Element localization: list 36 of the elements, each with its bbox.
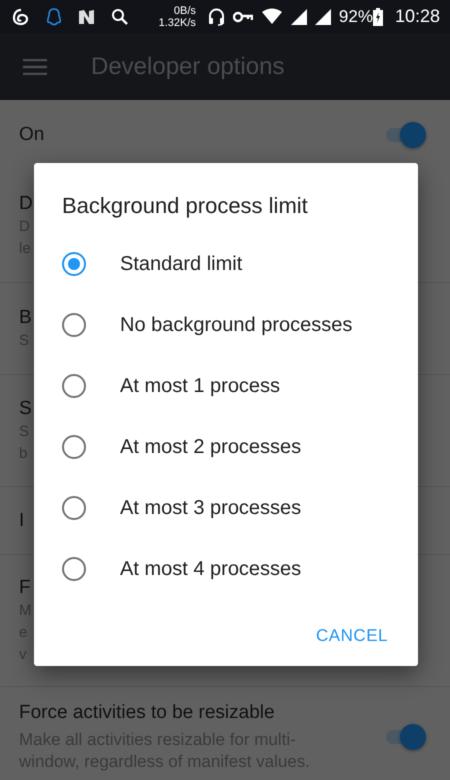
radio-button[interactable]	[62, 556, 86, 580]
radio-option[interactable]: No background processes	[34, 294, 418, 355]
signal-icon	[314, 8, 331, 24]
setting-title: B	[19, 306, 32, 330]
headphones-icon	[208, 7, 225, 26]
radio-button[interactable]	[62, 434, 86, 458]
n-logo-icon	[78, 8, 95, 24]
setting-label: On	[19, 123, 44, 147]
search-icon	[111, 8, 128, 25]
toggle-switch[interactable]	[384, 723, 426, 751]
upload-speed: 0B/s	[172, 4, 196, 16]
signal-icon	[290, 8, 307, 24]
wifi-icon	[260, 8, 283, 25]
radio-button[interactable]	[62, 252, 86, 276]
toggle-switch[interactable]	[384, 121, 426, 149]
setting-title: S	[19, 396, 32, 420]
setting-title: Force activities to be resizable	[19, 701, 276, 725]
setting-title: I	[19, 508, 24, 532]
radio-option[interactable]: At most 4 processes	[34, 538, 418, 599]
radio-option[interactable]: Standard limit	[34, 233, 418, 294]
radio-button[interactable]	[62, 374, 86, 398]
clock: 10:28	[394, 5, 440, 28]
penguin-icon	[46, 8, 62, 26]
setting-title: F	[19, 576, 31, 600]
download-speed: 1.32K/s	[158, 16, 196, 28]
radio-button[interactable]	[62, 496, 86, 520]
setting-title: D	[19, 192, 33, 216]
radio-option[interactable]: At most 2 processes	[34, 416, 418, 477]
key-icon	[232, 10, 253, 22]
radio-button[interactable]	[62, 312, 86, 336]
battery-charging-icon	[372, 8, 383, 26]
swirl-icon	[12, 8, 30, 26]
radio-option[interactable]: At most 3 processes	[34, 477, 418, 538]
dialog-title: Background process limit	[61, 192, 309, 220]
battery-percent: 92%	[338, 6, 373, 28]
radio-option[interactable]: At most 1 process	[34, 355, 418, 416]
